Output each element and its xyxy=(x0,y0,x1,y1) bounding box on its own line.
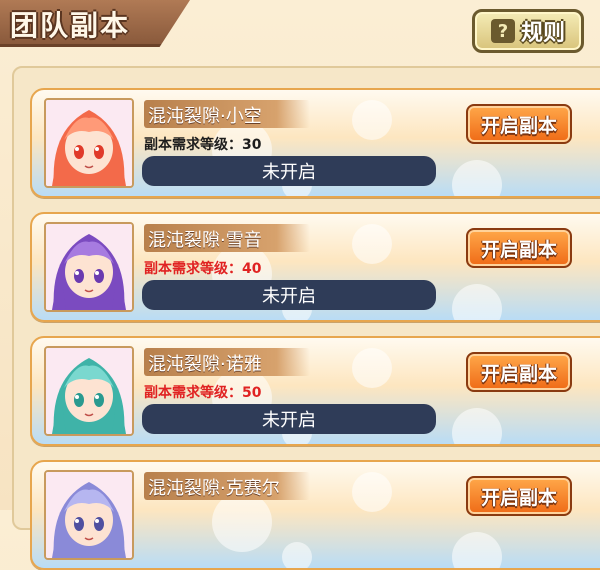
dungeon-card[interactable]: 混沌裂隙·小空副本需求等级：30 未开启 开启副本 xyxy=(30,88,600,198)
status-bar: 未开启 xyxy=(142,404,436,434)
dungeon-card[interactable]: 混沌裂隙·克赛尔 开启副本 xyxy=(30,460,600,570)
character-portrait xyxy=(44,346,134,436)
dungeon-card[interactable]: 混沌裂隙·雪音副本需求等级：40 未开启 开启副本 xyxy=(30,212,600,322)
sparkle-decoration xyxy=(452,160,502,196)
dungeon-name: 混沌裂隙·小空 xyxy=(148,106,262,127)
open-dungeon-button[interactable]: 开启副本 xyxy=(466,104,572,144)
rules-label: 规则 xyxy=(520,21,565,46)
dungeon-name: 混沌裂隙·克赛尔 xyxy=(148,478,280,499)
sparkle-decoration xyxy=(212,492,272,552)
sparkle-decoration xyxy=(352,472,392,512)
character-portrait xyxy=(44,98,134,188)
sparkle-decoration xyxy=(452,284,502,320)
character-portrait xyxy=(44,222,134,312)
sparkle-decoration xyxy=(352,348,392,388)
sparkle-decoration xyxy=(452,532,502,568)
status-bar: 未开启 xyxy=(142,280,436,310)
sparkle-decoration xyxy=(282,542,312,568)
status-bar: 未开启 xyxy=(142,156,436,186)
level-requirement: 副本需求等级：30 xyxy=(144,137,262,153)
title-tab: 团队副本 xyxy=(0,0,190,47)
dungeon-card[interactable]: 混沌裂隙·诺雅副本需求等级：50 未开启 开启副本 xyxy=(30,336,600,446)
dungeon-name: 混沌裂隙·雪音 xyxy=(148,230,262,251)
question-icon: ? xyxy=(490,19,515,43)
level-requirement: 副本需求等级：50 xyxy=(144,385,262,401)
character-portrait xyxy=(44,470,134,560)
dungeon-name: 混沌裂隙·诺雅 xyxy=(148,354,262,375)
sparkle-decoration xyxy=(352,100,392,140)
page-title: 团队副本 xyxy=(10,9,131,42)
open-dungeon-button[interactable]: 开启副本 xyxy=(466,228,572,268)
open-dungeon-button[interactable]: 开启副本 xyxy=(466,352,572,392)
sparkle-decoration xyxy=(452,408,502,444)
rules-button[interactable]: ? 规则 xyxy=(472,9,584,53)
level-requirement: 副本需求等级：40 xyxy=(144,261,262,277)
open-dungeon-button[interactable]: 开启副本 xyxy=(466,476,572,516)
sparkle-decoration xyxy=(352,224,392,264)
